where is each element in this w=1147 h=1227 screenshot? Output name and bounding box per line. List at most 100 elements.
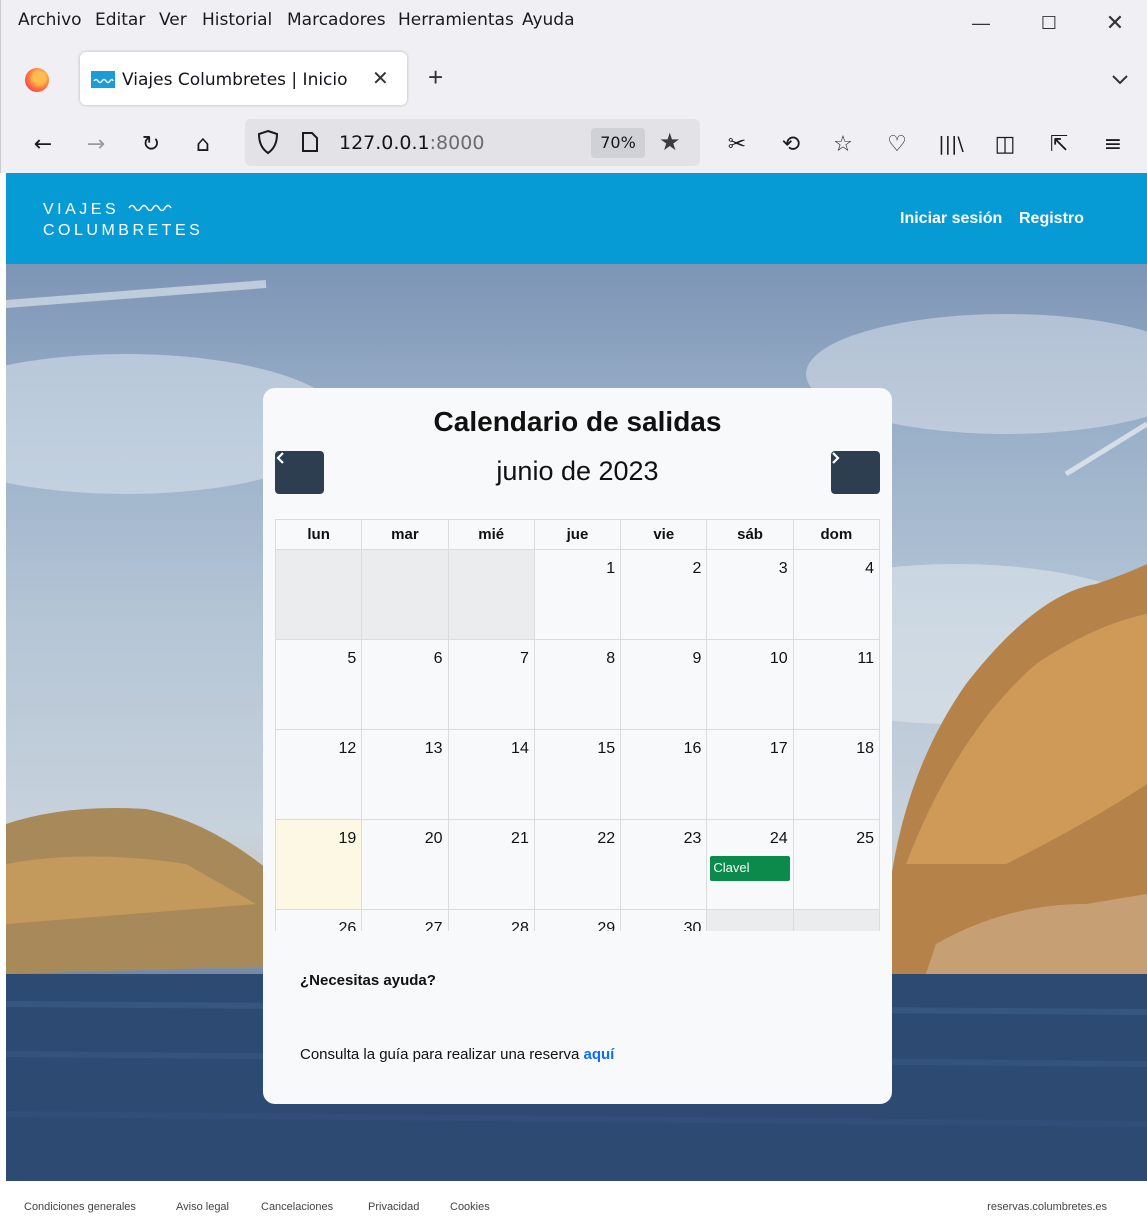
menu-marcadores[interactable]: Marcadores [287, 10, 386, 30]
menu-editar[interactable]: Editar [95, 10, 145, 30]
minimize-icon[interactable]: — [961, 8, 1001, 38]
day-number: 18 [856, 740, 874, 757]
close-window-icon[interactable]: ✕ [1095, 8, 1135, 38]
screenshot-icon[interactable]: ✂ [721, 128, 753, 160]
calendar-day-7[interactable]: 7 [447, 639, 535, 730]
calendar-day-18[interactable]: 18 [792, 729, 881, 820]
help-card: ¿Necesitas ayuda? Consulta la guía para … [263, 931, 892, 1104]
calendar-day-19[interactable]: 19 [274, 819, 363, 910]
tab-title: Viajes Columbretes | Inicio [122, 70, 348, 90]
navigation-bar: ← → ↻ ⌂ 127.0.0.1:8000 70% ★ ✂ ⟲ ☆ ♡ |||… [1, 114, 1147, 173]
calendar-day-16[interactable]: 16 [620, 729, 708, 820]
login-link[interactable]: Iniciar sesión [900, 210, 1002, 228]
footer-link-legal[interactable]: Aviso legal [176, 1201, 229, 1213]
extensions-star-icon[interactable]: ☆ [827, 128, 859, 160]
calendar-month: junio de 2023 [496, 456, 659, 486]
calendar-day-25[interactable]: 25 [792, 819, 881, 910]
tab-active[interactable]: Viajes Columbretes | Inicio ✕ [80, 52, 407, 105]
calendar-day-5[interactable]: 5 [274, 639, 363, 730]
browser-chrome: Archivo Editar Ver Historial Marcadores … [0, 0, 1147, 173]
day-number: 11 [857, 650, 874, 667]
tab-close-icon[interactable]: ✕ [372, 66, 389, 91]
footer-link-conditions[interactable]: Condiciones generales [24, 1201, 136, 1213]
footer-link-cookies[interactable]: Cookies [450, 1201, 490, 1213]
forward-icon[interactable]: → [80, 128, 112, 160]
logo-line2: COLUMBRETES [43, 222, 204, 239]
weekday-lun: lun [274, 519, 363, 550]
calendar-day-24[interactable]: 24 Clavel [706, 819, 794, 910]
history-icon[interactable]: ⟲ [775, 128, 807, 160]
calendar-title: Calendario de salidas [433, 406, 722, 437]
calendar-day-9[interactable]: 9 [620, 639, 708, 730]
chevron-down-icon[interactable] [1111, 70, 1129, 91]
weekday-mar: mar [361, 519, 449, 550]
maximize-icon[interactable]: ☐ [1029, 8, 1069, 38]
calendar-week-row: 19 20 21 22 23 24 Clavel 25 [274, 819, 881, 910]
calendar-day-2[interactable]: 2 [620, 549, 708, 640]
calendar-day-10[interactable]: 10 [706, 639, 794, 730]
site-logo[interactable]: VIAJES COLUMBRETES [43, 199, 203, 241]
calendar-week-row: 5 6 7 8 9 10 11 [274, 639, 881, 730]
page-content: VIAJES COLUMBRETES Iniciar sesión Regist… [6, 173, 1147, 1227]
help-text: Consulta la guía para realizar una reser… [300, 1046, 614, 1063]
calendar-day-17[interactable]: 17 [706, 729, 794, 820]
next-month-button[interactable] [831, 451, 880, 494]
home-icon[interactable]: ⌂ [187, 128, 219, 160]
prev-month-button[interactable] [275, 451, 324, 494]
menu-bar: Archivo Editar Ver Historial Marcadores … [1, 0, 1147, 42]
url-bar[interactable]: 127.0.0.1:8000 70% ★ [245, 119, 700, 166]
weekday-jue: jue [533, 519, 622, 550]
footer-link-privacy[interactable]: Privacidad [368, 1201, 419, 1213]
zoom-level[interactable]: 70% [591, 128, 645, 158]
calendar-day-6[interactable]: 6 [361, 639, 449, 730]
calendar-day-11[interactable]: 11 [792, 639, 881, 730]
back-icon[interactable]: ← [27, 128, 59, 160]
calendar-day-21[interactable]: 21 [447, 819, 535, 910]
page-icon[interactable] [301, 131, 319, 158]
footer-link-cancellations[interactable]: Cancelaciones [261, 1201, 333, 1213]
menu-herramientas[interactable]: Herramientas [398, 10, 514, 30]
calendar-day-14[interactable]: 14 [447, 729, 535, 820]
calendar-day-23[interactable]: 23 [620, 819, 708, 910]
footer-site-name: reservas.columbretes.es [987, 1201, 1107, 1213]
weekday-mié: mié [447, 519, 535, 550]
menu-historial[interactable]: Historial [202, 10, 272, 30]
pocket-icon[interactable]: ♡ [881, 128, 913, 160]
new-tab-icon[interactable]: + [428, 64, 443, 90]
bookmark-star-icon[interactable]: ★ [659, 128, 681, 157]
calendar-day-4[interactable]: 4 [792, 549, 881, 640]
weekday-dom: dom [792, 519, 881, 550]
shield-icon[interactable] [257, 129, 279, 160]
calendar-day-12[interactable]: 12 [274, 729, 363, 820]
chevron-right-icon [832, 452, 840, 464]
day-number: 14 [511, 740, 529, 757]
hamburger-menu-icon[interactable]: ≡ [1097, 128, 1129, 160]
calendar-day-empty [447, 549, 535, 640]
library-icon[interactable]: |||\ [935, 128, 967, 160]
calendar-day-3[interactable]: 3 [706, 549, 794, 640]
help-guide-link[interactable]: aquí [584, 1046, 615, 1063]
calendar-week-row: 1 2 3 4 [274, 549, 881, 640]
calendar-grid: lun mar mié jue vie sáb dom 1 2 3 4 5 6 7 8 9 10 11 12 13 1… [274, 519, 881, 1000]
url-text[interactable]: 127.0.0.1:8000 [339, 132, 484, 154]
calendar-day-8[interactable]: 8 [533, 639, 622, 730]
calendar-day-22[interactable]: 22 [533, 819, 622, 910]
calendar-day-13[interactable]: 13 [361, 729, 449, 820]
menu-ver[interactable]: Ver [159, 10, 187, 30]
sidebar-icon[interactable]: ◫ [989, 128, 1021, 160]
menu-ayuda[interactable]: Ayuda [522, 10, 575, 30]
day-number: 13 [424, 740, 443, 757]
day-number: 3 [778, 560, 788, 577]
firefox-icon[interactable] [25, 68, 49, 92]
waves-icon [128, 204, 172, 212]
calendar-day-15[interactable]: 15 [533, 729, 622, 820]
calendar-day-1[interactable]: 1 [533, 549, 622, 640]
weekday-sáb: sáb [706, 519, 794, 550]
reload-icon[interactable]: ↻ [135, 128, 167, 160]
register-link[interactable]: Registro [1019, 210, 1084, 228]
menu-archivo[interactable]: Archivo [18, 10, 82, 30]
share-icon[interactable]: ⇱ [1043, 128, 1075, 160]
calendar-day-20[interactable]: 20 [361, 819, 449, 910]
url-host: 127.0.0.1 [339, 132, 430, 154]
departure-event[interactable]: Clavel [710, 856, 790, 881]
